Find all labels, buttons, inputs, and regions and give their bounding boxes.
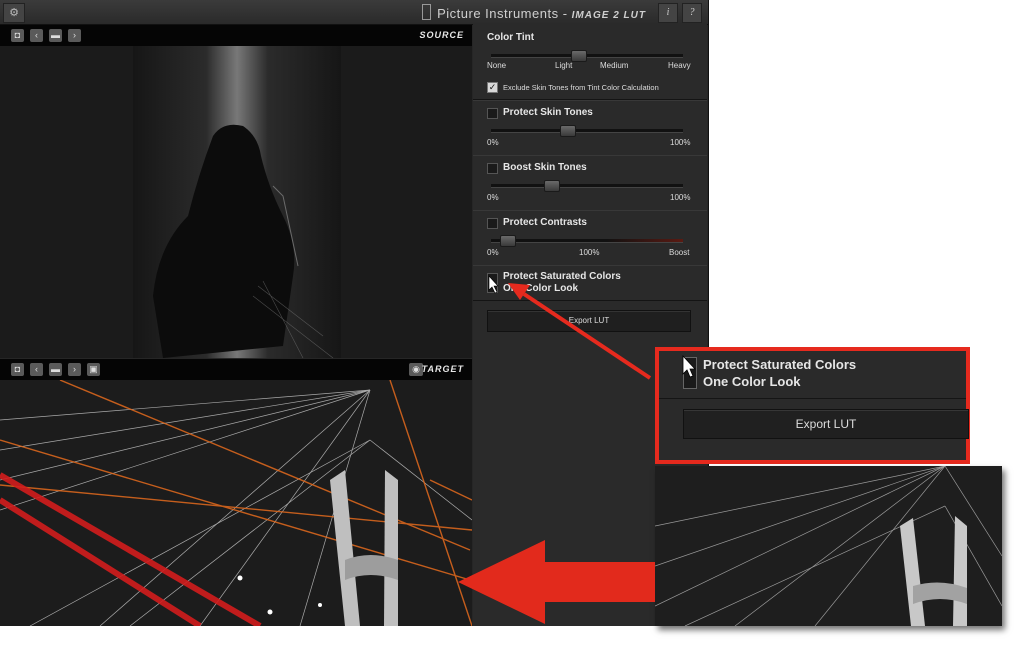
zoom-callout: Protect Saturated Colors One Color Look … [655,347,970,464]
protect-contrasts-min: 0% [487,248,499,257]
protect-skin-slider[interactable] [491,125,683,137]
target-toolbar: ◘ ‹ ▬ › ▣ ◉ TARGET [0,359,472,381]
help-button[interactable]: ? [682,3,702,23]
callout-subtitle: One Color Look [703,374,801,389]
callout-title: Protect Saturated Colors [703,357,857,372]
target-prev-button[interactable]: ‹ [30,363,43,376]
color-tint-title: Color Tint [487,32,535,43]
protect-contrasts-slider[interactable] [491,235,683,247]
folder-icon: ▬ [51,364,60,374]
protect-contrasts-checkbox[interactable] [487,218,498,229]
protect-skin-max: 100% [670,138,691,147]
save-icon: ▣ [89,364,98,374]
source-label: SOURCE [419,30,464,40]
boost-skin-title: Boost Skin Tones [503,162,587,173]
tick-medium: Medium [600,61,629,70]
logo-icon [422,4,432,20]
source-folder-button[interactable]: ▬ [49,29,62,42]
boost-skin-slider[interactable] [491,180,683,192]
eye-icon: ◉ [412,364,420,374]
target-next-button[interactable]: › [68,363,81,376]
source-reset-button[interactable]: ◘ [11,29,24,42]
protect-skin-section: Protect Skin Tones 0% 100% [473,100,707,156]
brand-title: Picture Instruments - IMAGE 2 LUT [422,4,646,21]
product-name: IMAGE 2 LUT [571,10,646,21]
color-tint-thumb[interactable] [571,50,587,62]
one-color-look-label: One Color Look [503,283,578,294]
protect-skin-min: 0% [487,138,499,147]
app-window: ⚙ Picture Instruments - IMAGE 2 LUT i ? … [0,0,709,626]
tick-none: None [487,61,507,70]
settings-button[interactable]: ⚙ [3,3,25,23]
tick-heavy: Heavy [668,61,691,70]
protect-contrasts-section: Protect Contrasts 0% 100% Boost [473,210,707,266]
source-prev-button[interactable]: ‹ [30,29,43,42]
protect-contrasts-mid: 100% [579,248,600,257]
result-preview [655,466,1002,626]
saturated-section: Protect Saturated Colors One Color Look [473,265,707,301]
source-image-area [0,46,472,358]
target-image-area [0,380,472,626]
protect-skin-thumb[interactable] [560,125,576,137]
callout-export-button[interactable]: Export LUT [683,409,969,439]
target-save-button[interactable]: ▣ [87,363,100,376]
target-folder-button[interactable]: ▬ [49,363,62,376]
result-preview-art [655,466,1002,626]
protect-saturated-checkbox[interactable] [487,273,498,293]
source-next-button[interactable]: › [68,29,81,42]
folder-icon: ▬ [51,30,60,40]
title-bar: ⚙ Picture Instruments - IMAGE 2 LUT i ? [0,0,708,25]
target-reset-button[interactable]: ◘ [11,363,24,376]
source-photo-art [153,46,334,358]
export-lut-button[interactable]: Export LUT [487,310,691,332]
gear-icon: ⚙ [9,7,19,19]
callout-checkbox[interactable] [683,357,697,389]
protect-contrasts-max: Boost [669,248,690,257]
tick-light: Light [555,61,573,70]
exclude-skin-label: Exclude Skin Tones from Tint Color Calcu… [503,83,659,92]
protect-skin-checkbox[interactable] [487,108,498,119]
protect-skin-title: Protect Skin Tones [503,107,593,118]
color-tint-slider[interactable] [491,50,683,62]
info-button[interactable]: i [658,3,678,23]
protect-contrasts-thumb[interactable] [500,235,516,247]
source-photo [133,46,341,358]
boost-skin-max: 100% [670,193,691,202]
boost-skin-checkbox[interactable] [487,163,498,174]
boost-skin-min: 0% [487,193,499,202]
protect-saturated-title: Protect Saturated Colors [503,271,621,282]
color-tint-section: Color Tint None Light Medium Heavy ✓ Exc… [473,24,707,100]
target-label: TARGET [421,364,464,374]
exclude-skin-checkbox[interactable]: ✓ [487,82,498,93]
source-toolbar: ◘ ‹ ▬ › SOURCE [0,25,472,47]
boost-skin-thumb[interactable] [544,180,560,192]
target-photo [0,380,472,626]
boost-skin-section: Boost Skin Tones 0% 100% [473,155,707,211]
protect-contrasts-title: Protect Contrasts [503,217,587,228]
callout-divider [659,398,966,399]
